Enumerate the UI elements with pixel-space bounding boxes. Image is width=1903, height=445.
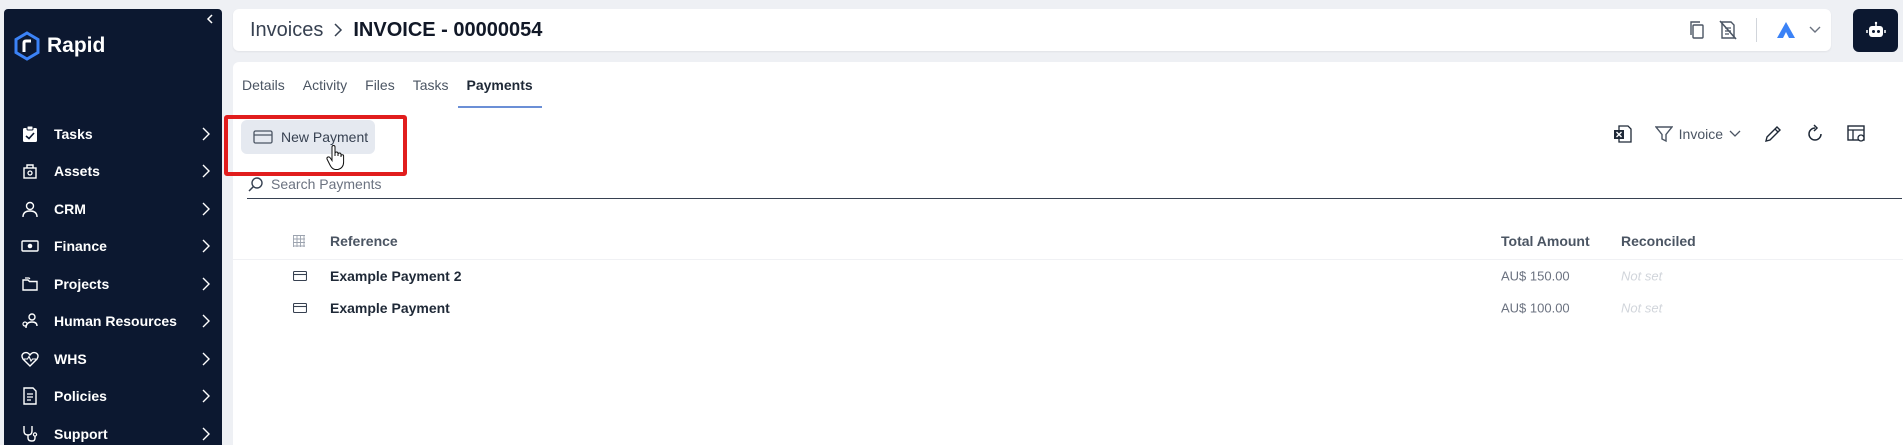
column-header-reconciled[interactable]: Reconciled bbox=[1621, 233, 1696, 249]
refresh-icon[interactable] bbox=[1805, 124, 1825, 144]
grid-icon[interactable] bbox=[293, 234, 305, 247]
clipboard-icon bbox=[20, 124, 40, 144]
sidebar-item-label: Projects bbox=[54, 275, 110, 292]
edit-pencil-icon[interactable] bbox=[1763, 124, 1783, 144]
excel-export-icon[interactable] bbox=[1613, 124, 1633, 144]
chevron-right-icon bbox=[202, 127, 210, 141]
sidebar-item-tasks[interactable]: Tasks bbox=[4, 115, 222, 153]
sidebar-item-label: Policies bbox=[54, 388, 107, 405]
chevron-right-icon bbox=[202, 164, 210, 178]
search-bar bbox=[247, 170, 1902, 199]
sidebar-item-label: Tasks bbox=[54, 125, 93, 142]
payment-reconciled: Not set bbox=[1621, 268, 1663, 284]
payment-total-amount: AU$ 150.00 bbox=[1501, 268, 1570, 284]
table-row[interactable]: Example Payment 2 AU$ 150.00 Not set bbox=[233, 260, 1903, 292]
payment-reference[interactable]: Example Payment 2 bbox=[330, 268, 462, 284]
folders-icon bbox=[20, 274, 40, 294]
chevron-right-icon bbox=[202, 427, 210, 441]
sidebar-item-policies[interactable]: Policies bbox=[4, 378, 222, 416]
search-icon bbox=[248, 177, 263, 192]
chevron-right-icon bbox=[202, 389, 210, 403]
no-document-icon[interactable] bbox=[1718, 20, 1738, 40]
chevron-down-icon bbox=[1729, 130, 1741, 137]
column-header-reference[interactable]: Reference bbox=[330, 233, 398, 249]
app-logo[interactable]: Rapid bbox=[13, 31, 105, 61]
payment-reference[interactable]: Example Payment bbox=[330, 300, 450, 316]
sidebar-item-label: WHS bbox=[54, 350, 87, 367]
sidebar-item-label: Support bbox=[54, 425, 108, 442]
filter-dropdown[interactable]: Invoice bbox=[1654, 125, 1741, 143]
page-header: Invoices INVOICE - 00000054 bbox=[233, 9, 1831, 51]
tab-bar: Details Activity Files Tasks Payments bbox=[233, 62, 542, 108]
sidebar-item-label: Assets bbox=[54, 163, 100, 180]
people-icon bbox=[20, 311, 40, 331]
divider bbox=[1756, 18, 1757, 42]
rapid-logo-icon bbox=[14, 31, 40, 61]
filter-icon bbox=[1654, 126, 1673, 143]
chevron-right-icon bbox=[334, 23, 343, 37]
chevron-right-icon bbox=[202, 352, 210, 366]
highlight-box bbox=[224, 115, 407, 176]
table-header: Reference Total Amount Reconciled bbox=[233, 222, 1903, 260]
chevron-left-icon bbox=[206, 14, 213, 24]
tab-payments[interactable]: Payments bbox=[457, 62, 542, 108]
robot-icon bbox=[1865, 21, 1886, 37]
breadcrumb: Invoices INVOICE - 00000054 bbox=[250, 9, 542, 51]
sidebar-item-label: CRM bbox=[54, 200, 86, 217]
sidebar-item-whs[interactable]: WHS bbox=[4, 340, 222, 378]
page-title: INVOICE - 00000054 bbox=[353, 18, 543, 41]
sidebar-item-projects[interactable]: Projects bbox=[4, 265, 222, 303]
column-header-total-amount[interactable]: Total Amount bbox=[1501, 233, 1590, 249]
search-input[interactable] bbox=[271, 176, 671, 192]
sidebar: Rapid Tasks Assets CRM Finance Projects bbox=[4, 9, 222, 445]
sidebar-item-crm[interactable]: CRM bbox=[4, 190, 222, 228]
document-icon bbox=[20, 386, 40, 406]
heart-pulse-icon bbox=[20, 349, 40, 369]
chevron-right-icon bbox=[202, 202, 210, 216]
sidebar-item-human-resources[interactable]: Human Resources bbox=[4, 303, 222, 341]
sidebar-item-label: Human Resources bbox=[54, 313, 177, 330]
chevron-down-icon[interactable] bbox=[1809, 26, 1821, 34]
table-settings-icon[interactable] bbox=[1847, 124, 1867, 144]
header-actions bbox=[1688, 9, 1821, 51]
sidebar-item-label: Finance bbox=[54, 238, 107, 255]
sidebar-item-finance[interactable]: Finance bbox=[4, 228, 222, 266]
sidebar-nav: Tasks Assets CRM Finance Projects Human … bbox=[4, 115, 222, 445]
table-row[interactable]: Example Payment AU$ 100.00 Not set bbox=[233, 292, 1903, 324]
credit-card-icon bbox=[293, 303, 307, 313]
filter-label: Invoice bbox=[1678, 126, 1723, 142]
tab-activity[interactable]: Activity bbox=[294, 62, 356, 108]
tab-files[interactable]: Files bbox=[356, 62, 404, 108]
sidebar-item-support[interactable]: Support bbox=[4, 415, 222, 445]
assets-icon bbox=[20, 161, 40, 181]
collapse-sidebar-button[interactable] bbox=[202, 11, 218, 27]
chevron-right-icon bbox=[202, 239, 210, 253]
table-toolbar: Invoice bbox=[1613, 124, 1867, 144]
app-name: Rapid bbox=[47, 34, 106, 57]
chevron-right-icon bbox=[202, 314, 210, 328]
credit-card-icon bbox=[293, 271, 307, 281]
chevron-right-icon bbox=[202, 277, 210, 291]
sidebar-item-assets[interactable]: Assets bbox=[4, 153, 222, 191]
payment-total-amount: AU$ 100.00 bbox=[1501, 300, 1570, 316]
tab-tasks[interactable]: Tasks bbox=[404, 62, 458, 108]
stethoscope-icon bbox=[20, 424, 40, 444]
breadcrumb-invoices-link[interactable]: Invoices bbox=[250, 19, 323, 42]
assistant-bot-button[interactable] bbox=[1853, 9, 1898, 52]
tab-details[interactable]: Details bbox=[233, 62, 294, 108]
copy-icon[interactable] bbox=[1688, 20, 1706, 40]
banknote-icon bbox=[20, 236, 40, 256]
person-icon bbox=[20, 199, 40, 219]
brand-logo-icon[interactable] bbox=[1775, 20, 1797, 40]
hand-pointer-icon bbox=[326, 145, 345, 170]
payment-reconciled: Not set bbox=[1621, 300, 1663, 316]
